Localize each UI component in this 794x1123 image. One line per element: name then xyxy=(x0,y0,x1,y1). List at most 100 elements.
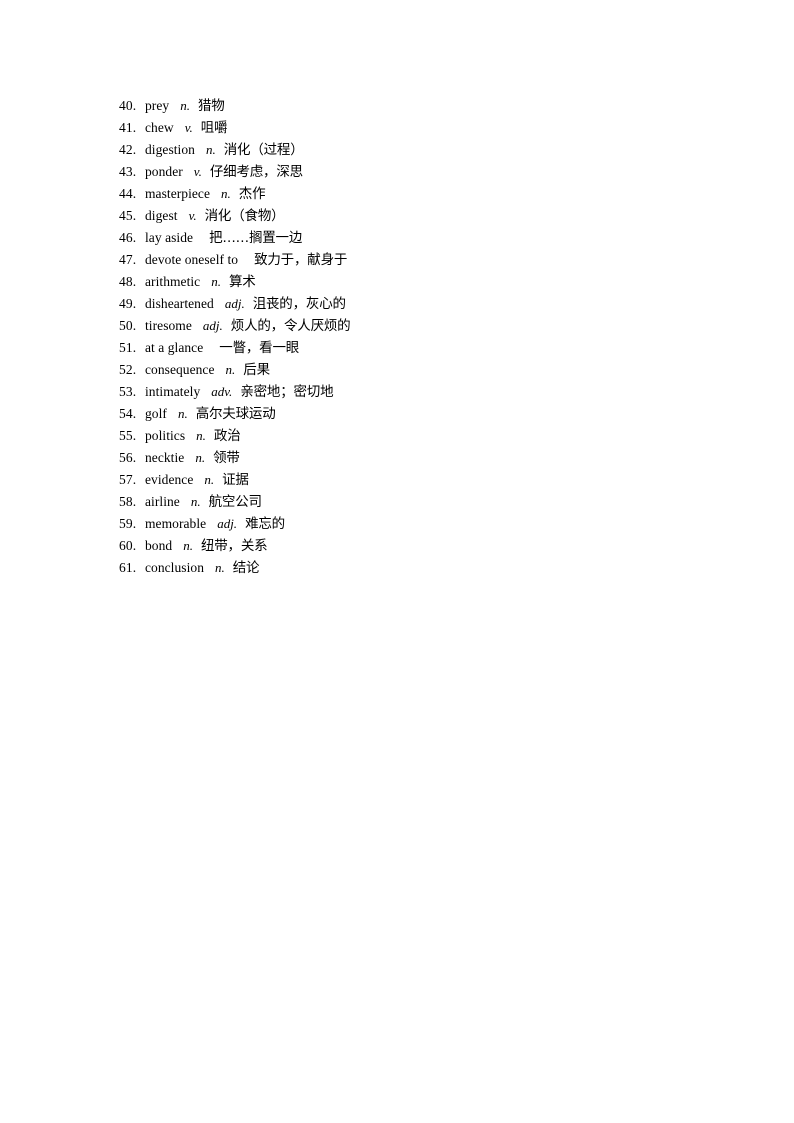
vocabulary-entry-gloss: 把……搁置一边 xyxy=(209,230,303,246)
vocabulary-entry-index: 54. xyxy=(119,406,137,421)
vocabulary-entry-term: consequence xyxy=(145,362,215,377)
vocabulary-entry-index: 49. xyxy=(119,296,137,311)
vocabulary-entry-term: memorable xyxy=(145,516,207,531)
vocabulary-entry-part-of-speech: n. xyxy=(225,362,236,377)
vocabulary-entry-index: 53. xyxy=(119,384,137,399)
vocabulary-entry-index: 45. xyxy=(119,208,137,223)
vocabulary-entry-gloss: 证据 xyxy=(222,472,249,488)
vocabulary-entry-part-of-speech: adv. xyxy=(211,384,233,399)
vocabulary-entry: 59. memorable adj. 难忘的 xyxy=(119,513,739,535)
vocabulary-entry-term: ponder xyxy=(145,164,183,179)
vocabulary-entry-part-of-speech: v. xyxy=(188,208,197,223)
vocabulary-entry-term: tiresome xyxy=(145,318,192,333)
vocabulary-entry-index: 50. xyxy=(119,318,137,333)
vocabulary-entry: 48. arithmetic n. 算术 xyxy=(119,271,739,293)
vocabulary-entry-gloss: 纽带，关系 xyxy=(200,538,268,554)
vocabulary-entry: 52. consequence n. 后果 xyxy=(119,359,739,381)
vocabulary-entry-index: 51. xyxy=(119,340,137,355)
vocabulary-entry-gloss: 消化（食物） xyxy=(204,208,285,224)
vocabulary-entry-gloss: 领带 xyxy=(213,450,240,466)
vocabulary-entry-term: lay aside xyxy=(145,230,194,245)
vocabulary-entry: 40. prey n. 猎物 xyxy=(119,95,739,117)
vocabulary-entry-term: airline xyxy=(145,494,180,509)
vocabulary-entry-index: 42. xyxy=(119,142,137,157)
vocabulary-entry-term: devote oneself to xyxy=(145,252,239,267)
vocabulary-entry-index: 60. xyxy=(119,538,137,553)
vocabulary-entry: 50. tiresome adj. 烦人的，令人厌烦的 xyxy=(119,315,739,337)
vocabulary-entry-part-of-speech: adj. xyxy=(224,296,245,311)
vocabulary-entry-gloss: 算术 xyxy=(228,274,256,290)
vocabulary-entry-gloss: 亲密地；密切地 xyxy=(240,384,334,400)
vocabulary-entry-part-of-speech: adj. xyxy=(217,516,238,531)
vocabulary-entry-part-of-speech: n. xyxy=(204,472,215,487)
vocabulary-entry-term: necktie xyxy=(145,450,185,465)
vocabulary-entry-term: politics xyxy=(145,428,186,443)
vocabulary-entry-gloss: 咀嚼 xyxy=(200,120,228,136)
vocabulary-entry-index: 55. xyxy=(119,428,137,443)
vocabulary-list: 40. prey n. 猎物 41. chew v. 咀嚼 42. digestion n. 消化（过… xyxy=(119,95,739,579)
vocabulary-entry: 51. at a glance 一瞥，看一眼 xyxy=(119,337,739,359)
vocabulary-entry-part-of-speech: adj. xyxy=(202,318,223,333)
vocabulary-entry-term: intimately xyxy=(145,384,201,399)
vocabulary-entry: 47. devote oneself to 致力于，献身于 xyxy=(119,249,739,271)
vocabulary-entry: 61. conclusion n. 结论 xyxy=(119,557,739,579)
vocabulary-entry-index: 44. xyxy=(119,186,137,201)
vocabulary-entry-part-of-speech: n. xyxy=(196,428,206,443)
vocabulary-entry-gloss: 航空公司 xyxy=(208,494,262,510)
vocabulary-entry-part-of-speech: n. xyxy=(205,142,216,157)
vocabulary-entry-part-of-speech: n. xyxy=(190,494,201,509)
vocabulary-entry: 44. masterpiece n. 杰作 xyxy=(119,183,739,205)
vocabulary-entry-gloss: 一瞥，看一眼 xyxy=(219,340,300,356)
vocabulary-entry-part-of-speech: n. xyxy=(195,450,206,465)
vocabulary-entry-gloss: 消化（过程） xyxy=(223,142,304,158)
vocabulary-entry-gloss: 烦人的，令人厌烦的 xyxy=(230,318,351,334)
vocabulary-entry-gloss: 高尔夫球运动 xyxy=(195,406,276,422)
vocabulary-entry-term: chew xyxy=(145,120,174,135)
vocabulary-entry-index: 61. xyxy=(119,560,137,575)
vocabulary-entry-index: 40. xyxy=(119,98,137,113)
vocabulary-entry-term: golf xyxy=(145,406,167,421)
vocabulary-entry-index: 43. xyxy=(119,164,137,179)
vocabulary-entry-part-of-speech: v. xyxy=(184,120,193,135)
vocabulary-entry-part-of-speech: n. xyxy=(211,274,221,289)
vocabulary-entry: 58. airline n. 航空公司 xyxy=(119,491,739,513)
vocabulary-entry-index: 56. xyxy=(119,450,137,465)
vocabulary-entry-part-of-speech: n. xyxy=(183,538,193,553)
vocabulary-entry-gloss: 猎物 xyxy=(197,98,225,114)
vocabulary-entry-term: evidence xyxy=(145,472,194,487)
vocabulary-entry: 46. lay aside 把……搁置一边 xyxy=(119,227,739,249)
vocabulary-entry-index: 52. xyxy=(119,362,137,377)
vocabulary-entry-term: digestion xyxy=(145,142,195,157)
vocabulary-entry: 41. chew v. 咀嚼 xyxy=(119,117,739,139)
vocabulary-entry-gloss: 致力于，献身于 xyxy=(254,252,348,268)
vocabulary-entry: 49. disheartened adj. 沮丧的，灰心的 xyxy=(119,293,739,315)
vocabulary-entry-gloss: 后果 xyxy=(243,362,270,378)
vocabulary-entry-part-of-speech: n. xyxy=(180,98,190,113)
vocabulary-entry-gloss: 仔细考虑，深思 xyxy=(209,164,303,180)
vocabulary-entry: 60. bond n. 纽带，关系 xyxy=(119,535,739,557)
vocabulary-entry-gloss: 沮丧的，灰心的 xyxy=(252,296,346,312)
vocabulary-entry: 55. politics n. 政治 xyxy=(119,425,739,447)
vocabulary-entry-index: 46. xyxy=(119,230,137,245)
vocabulary-entry-term: digest xyxy=(145,208,178,223)
vocabulary-entry-part-of-speech: n. xyxy=(221,186,231,201)
vocabulary-entry-index: 57. xyxy=(119,472,137,487)
vocabulary-entry-term: conclusion xyxy=(145,560,204,575)
vocabulary-entry-term: disheartened xyxy=(145,296,214,311)
vocabulary-entry: 54. golf n. 高尔夫球运动 xyxy=(119,403,739,425)
vocabulary-entry-gloss: 难忘的 xyxy=(245,516,285,532)
vocabulary-entry-part-of-speech: v. xyxy=(193,164,202,179)
vocabulary-entry-term: prey xyxy=(145,98,170,113)
vocabulary-entry: 57. evidence n. 证据 xyxy=(119,469,739,491)
vocabulary-entry-term: arithmetic xyxy=(145,274,201,289)
vocabulary-entry: 56. necktie n. 领带 xyxy=(119,447,739,469)
vocabulary-entry-term: at a glance xyxy=(145,340,204,355)
vocabulary-entry-gloss: 杰作 xyxy=(238,186,266,202)
vocabulary-entry-term: bond xyxy=(145,538,173,553)
vocabulary-entry-index: 59. xyxy=(119,516,137,531)
vocabulary-entry: 53. intimately adv. 亲密地；密切地 xyxy=(119,381,739,403)
vocabulary-entry-part-of-speech: n. xyxy=(215,560,225,575)
vocabulary-entry-gloss: 结论 xyxy=(232,560,260,576)
vocabulary-entry-index: 41. xyxy=(119,120,137,135)
vocabulary-entry-index: 47. xyxy=(119,252,137,267)
